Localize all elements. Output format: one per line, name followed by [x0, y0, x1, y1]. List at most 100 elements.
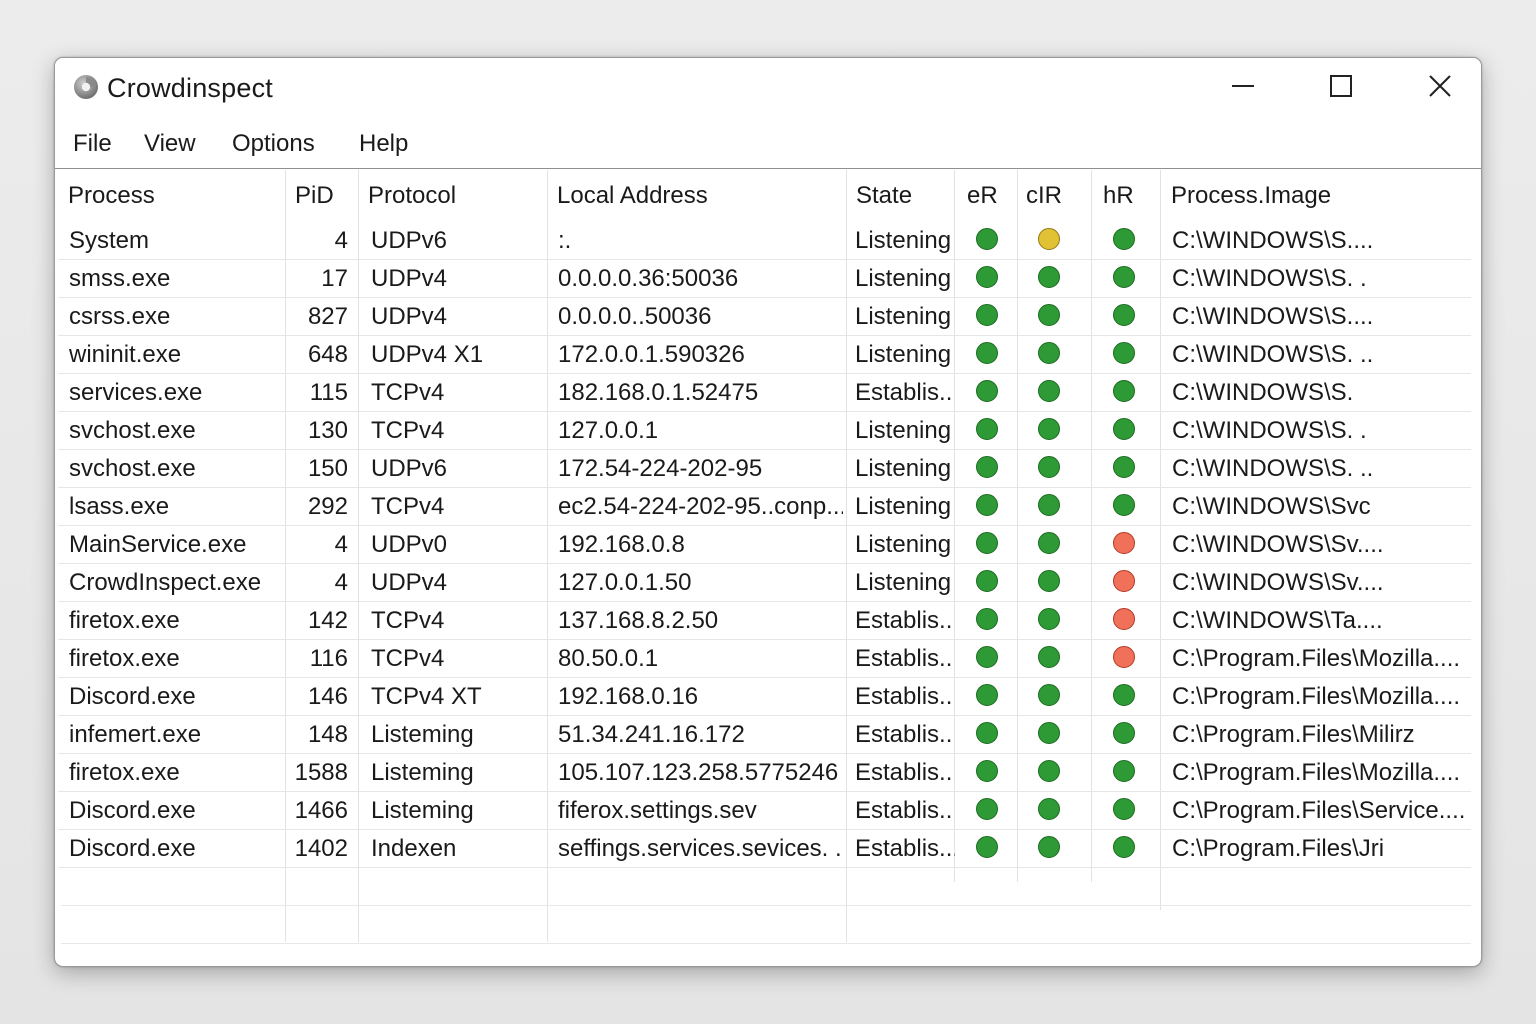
- hr-status-icon: [1113, 456, 1135, 478]
- pid-cell: 292: [307, 493, 348, 520]
- local-address-cell: 0.0.0.0.36:50036: [558, 265, 739, 292]
- hr-status-icon: [1113, 684, 1135, 706]
- pid-cell: 1588: [294, 759, 348, 786]
- pid-cell: 148: [307, 721, 348, 748]
- state-cell: Establis..: [855, 683, 953, 710]
- process-name-cell: System: [69, 227, 150, 254]
- column-header-pid[interactable]: PiD: [285, 170, 358, 220]
- process-name-cell: firetox.exe: [69, 759, 180, 786]
- crowdinspect-app-icon: [73, 74, 99, 100]
- state-cell: Listening: [855, 303, 952, 330]
- menu-bar: File View Options Help: [55, 120, 1481, 169]
- menu-file[interactable]: File: [69, 128, 116, 160]
- table-row[interactable]: infemert.exe 148 Listeming 51.34.241.16.172…: [58, 715, 1471, 754]
- column-header-process[interactable]: Process: [58, 170, 284, 220]
- process-name-cell: csrss.exe: [69, 303, 171, 330]
- window-title: Crowdinspect: [107, 73, 273, 103]
- column-header-protocol[interactable]: Protocol: [358, 170, 546, 220]
- table-row[interactable]: System 4 UDPv6:. Listening C:\WINDOWS\S....: [58, 221, 1471, 260]
- cir-status-icon: [1038, 798, 1060, 820]
- table-row[interactable]: services.exe 115 TCPv4 182.168.0.1.52475 Est…: [58, 373, 1471, 412]
- table-row[interactable]: wininit.exe 648 UDPv4 X1 172.0.0.1.590326 Li…: [58, 335, 1471, 374]
- table-row[interactable]: Discord.exe 1402 Indexen seffings.services.…: [58, 829, 1471, 868]
- close-button[interactable]: [1417, 68, 1463, 108]
- minimize-icon: [1230, 73, 1256, 104]
- maximize-button[interactable]: [1318, 68, 1364, 108]
- minimize-button[interactable]: [1220, 68, 1266, 108]
- local-address-cell: 127.0.0.1.50: [558, 569, 692, 596]
- process-name-cell: wininit.exe: [69, 341, 182, 368]
- state-cell: Establis..: [855, 379, 953, 406]
- table-row[interactable]: MainService.exe 4 UDPv0 192.168.0.8 Listenin…: [58, 525, 1471, 564]
- table-row[interactable]: CrowdInspect.exe 4 UDPv4 127.0.0.1.50 Listen…: [58, 563, 1471, 602]
- table-row[interactable]: firetox.exe 1588 Listeming 105.107.123.258.…: [58, 753, 1471, 792]
- state-cell: Listening: [855, 265, 952, 292]
- column-header-cir[interactable]: cIR: [1016, 170, 1090, 220]
- protocol-cell: Listeming: [371, 721, 474, 748]
- process-name-cell: Discord.exe: [69, 683, 196, 710]
- table-row[interactable]: svchost.exe 130 TCPv4 127.0.0.1 Listening C:\…: [58, 411, 1471, 450]
- er-status-icon: [976, 342, 998, 364]
- protocol-cell: UDPv6: [371, 227, 448, 254]
- pid-cell: 1402: [294, 835, 348, 862]
- table-row[interactable]: smss.exe 17 UDPv4 0.0.0.0.36:50036 Listening…: [58, 259, 1471, 298]
- cir-status-icon: [1038, 418, 1060, 440]
- column-header-local-address[interactable]: Local Address: [547, 170, 845, 220]
- hr-status-icon: [1113, 418, 1135, 440]
- process-name-cell: svchost.exe: [69, 417, 196, 444]
- connections-list[interactable]: Process PiD Protocol Local Address State…: [58, 170, 1476, 962]
- protocol-cell: TCPv4: [371, 417, 445, 444]
- process-name-cell: CrowdInspect.exe: [69, 569, 262, 596]
- table-row[interactable]: firetox.exe 116 TCPv4 80.50.0.1 Establis.. C:…: [58, 639, 1471, 678]
- table-row[interactable]: Discord.exe 1466 Listeming fiferox.settings…: [58, 791, 1471, 830]
- protocol-cell: UDPv4: [371, 265, 448, 292]
- column-header-er[interactable]: eR: [957, 170, 1017, 220]
- protocol-cell: Listeming: [371, 797, 474, 824]
- process-image-cell: C:\Program.Files\Mozilla....: [1172, 645, 1461, 672]
- menu-view[interactable]: View: [140, 128, 200, 160]
- local-address-cell: 127.0.0.1: [558, 417, 659, 444]
- hr-status-icon: [1113, 836, 1135, 858]
- er-status-icon: [976, 494, 998, 516]
- table-row[interactable]: svchost.exe 150 UDPv6 172.54-224-202-95 List…: [58, 449, 1471, 488]
- process-image-cell: C:\WINDOWS\Svc: [1172, 493, 1371, 520]
- pid-cell: 130: [307, 417, 348, 444]
- protocol-cell: UDPv0: [371, 531, 448, 558]
- state-cell: Listening: [855, 455, 952, 482]
- pid-cell: 648: [307, 341, 348, 368]
- protocol-cell: UDPv6: [371, 455, 448, 482]
- pid-cell: 146: [307, 683, 348, 710]
- column-header-process-image[interactable]: Process.Image: [1161, 170, 1471, 220]
- local-address-cell: 172.0.0.1.590326: [558, 341, 745, 368]
- local-address-cell: 51.34.241.16.172: [558, 721, 745, 748]
- protocol-cell: TCPv4: [371, 493, 445, 520]
- title-bar[interactable]: Crowdinspect: [55, 58, 1481, 120]
- menu-help[interactable]: Help: [355, 128, 412, 160]
- cir-status-icon: [1038, 228, 1060, 250]
- process-image-cell: C:\WINDOWS\S. .: [1172, 417, 1367, 444]
- hr-status-icon: [1113, 760, 1135, 782]
- process-name-cell: lsass.exe: [69, 493, 170, 520]
- column-header-hr[interactable]: hR: [1093, 170, 1159, 220]
- process-image-cell: C:\Program.Files\Mozilla....: [1172, 683, 1461, 710]
- cir-status-icon: [1038, 304, 1060, 326]
- table-row[interactable]: firetox.exe 142 TCPv4 137.168.8.2.50 Establi…: [58, 601, 1471, 640]
- cir-status-icon: [1038, 342, 1060, 364]
- process-name-cell: infemert.exe: [69, 721, 202, 748]
- table-row[interactable]: csrss.exe 827 UDPv4 0.0.0.0..50036 Listening…: [58, 297, 1471, 336]
- er-status-icon: [976, 646, 998, 668]
- menu-options[interactable]: Options: [228, 128, 319, 160]
- empty-row: [61, 906, 1471, 944]
- column-header-state[interactable]: State: [846, 170, 950, 220]
- process-name-cell: Discord.exe: [69, 835, 196, 862]
- column-header: Process PiD Protocol Local Address State…: [58, 170, 1476, 221]
- cir-status-icon: [1038, 608, 1060, 630]
- state-cell: Listening: [855, 493, 952, 520]
- process-image-cell: C:\WINDOWS\Sv....: [1172, 531, 1384, 558]
- er-status-icon: [976, 684, 998, 706]
- table-row[interactable]: Discord.exe 146 TCPv4 XT 192.168.0.16 Establ…: [58, 677, 1471, 716]
- cir-status-icon: [1038, 722, 1060, 744]
- process-image-cell: C:\Program.Files\Jri: [1172, 835, 1385, 862]
- local-address-cell: fiferox.settings.sev: [558, 797, 757, 824]
- table-row[interactable]: lsass.exe 292 TCPv4 ec2.54-224-202-95..conp…: [58, 487, 1471, 526]
